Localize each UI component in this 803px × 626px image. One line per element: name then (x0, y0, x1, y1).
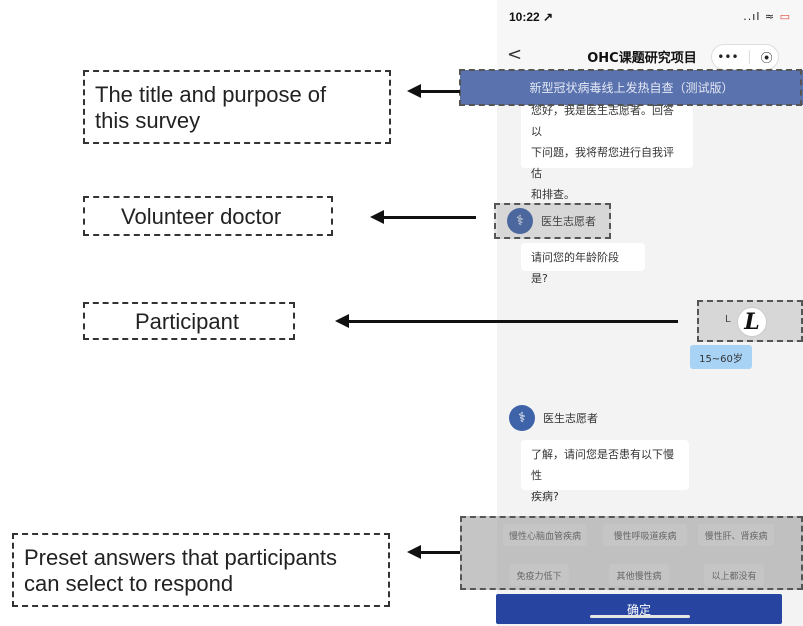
status-time: 10:22 ↗ (509, 10, 554, 24)
intro-bubble: 您好，我是医生志愿者。回答以 下问题，我将帮您进行自我评估 和排查。 (521, 96, 693, 201)
arrow-participant-head (335, 314, 349, 328)
preset-answer-chip[interactable]: 慢性肝、肾疾病 (698, 524, 774, 546)
participant-initial: L (725, 314, 731, 325)
miniapp-capsule: ••• ⦿ (711, 44, 779, 70)
back-icon[interactable]: < (507, 44, 522, 65)
intro-line: 您好，我是医生志愿者。回答以 (531, 104, 674, 138)
title-highlight-box (459, 69, 802, 106)
annotation-title-box: The title and purpose of this survey (83, 70, 391, 144)
arrow-participant (348, 320, 678, 323)
doctor-message: 请问您的年龄阶段是? (521, 243, 645, 285)
close-record-icon[interactable]: ⦿ (761, 49, 773, 66)
preset-answer-chip[interactable]: 慢性呼吸道疾病 (603, 524, 687, 546)
home-indicator (590, 615, 690, 618)
participant-avatar: L (737, 307, 767, 337)
more-icon[interactable]: ••• (717, 50, 738, 64)
status-bar: 10:22 ↗ ..ıl ≈ ▭ (497, 0, 803, 38)
participant-answer: 15~60岁 (690, 345, 752, 369)
status-icons: ..ıl ≈ ▭ (743, 10, 791, 23)
annotation-doctor-text: Volunteer doctor (121, 204, 282, 229)
annotation-participant-text: Participant (135, 309, 239, 334)
annotation-doctor-box: Volunteer doctor (83, 196, 333, 236)
preset-answer-chip[interactable]: 以上都没有 (704, 564, 764, 586)
intro-line: 和排查。 (531, 188, 575, 201)
arrow-title-head (407, 84, 421, 98)
page-title: OHC课题研究项目 (587, 51, 697, 66)
intro-line: 下问题，我将帮您进行自我评估 (531, 146, 674, 180)
preset-answer-chip[interactable]: 免疫力低下 (509, 564, 569, 586)
arrow-doctor-head (370, 210, 384, 224)
annotation-preset-text: Preset answers that participants can sel… (24, 545, 338, 596)
arrow-preset-head (407, 545, 421, 559)
annotation-preset-box: Preset answers that participants can sel… (12, 533, 390, 607)
doctor-name: 医生志愿者 (543, 412, 598, 425)
arrow-preset (420, 551, 460, 554)
message-line: 了解，请问您是否患有以下慢性 (531, 448, 674, 482)
doctor-avatar-icon: ⚕ (509, 405, 535, 431)
preset-answer-chip[interactable]: 慢性心脑血管疾病 (503, 524, 587, 546)
confirm-button[interactable]: 确定 (496, 594, 782, 624)
arrow-title (420, 90, 460, 93)
annotation-participant-box: Participant (83, 302, 295, 340)
doctor-message: 了解，请问您是否患有以下慢性 疾病? (521, 440, 689, 503)
doctor-highlight-box (494, 203, 611, 239)
arrow-doctor (383, 216, 476, 219)
battery-icon: ▭ (779, 10, 791, 23)
signal-wifi-icon: ..ıl ≈ (743, 10, 776, 23)
message-line: 疾病? (531, 490, 559, 503)
annotation-title-text: The title and purpose of this survey (95, 82, 327, 133)
preset-answer-chip[interactable]: 其他慢性病 (609, 564, 669, 586)
capsule-divider (749, 50, 751, 64)
doctor-header: ⚕ 医生志愿者 (509, 405, 598, 431)
